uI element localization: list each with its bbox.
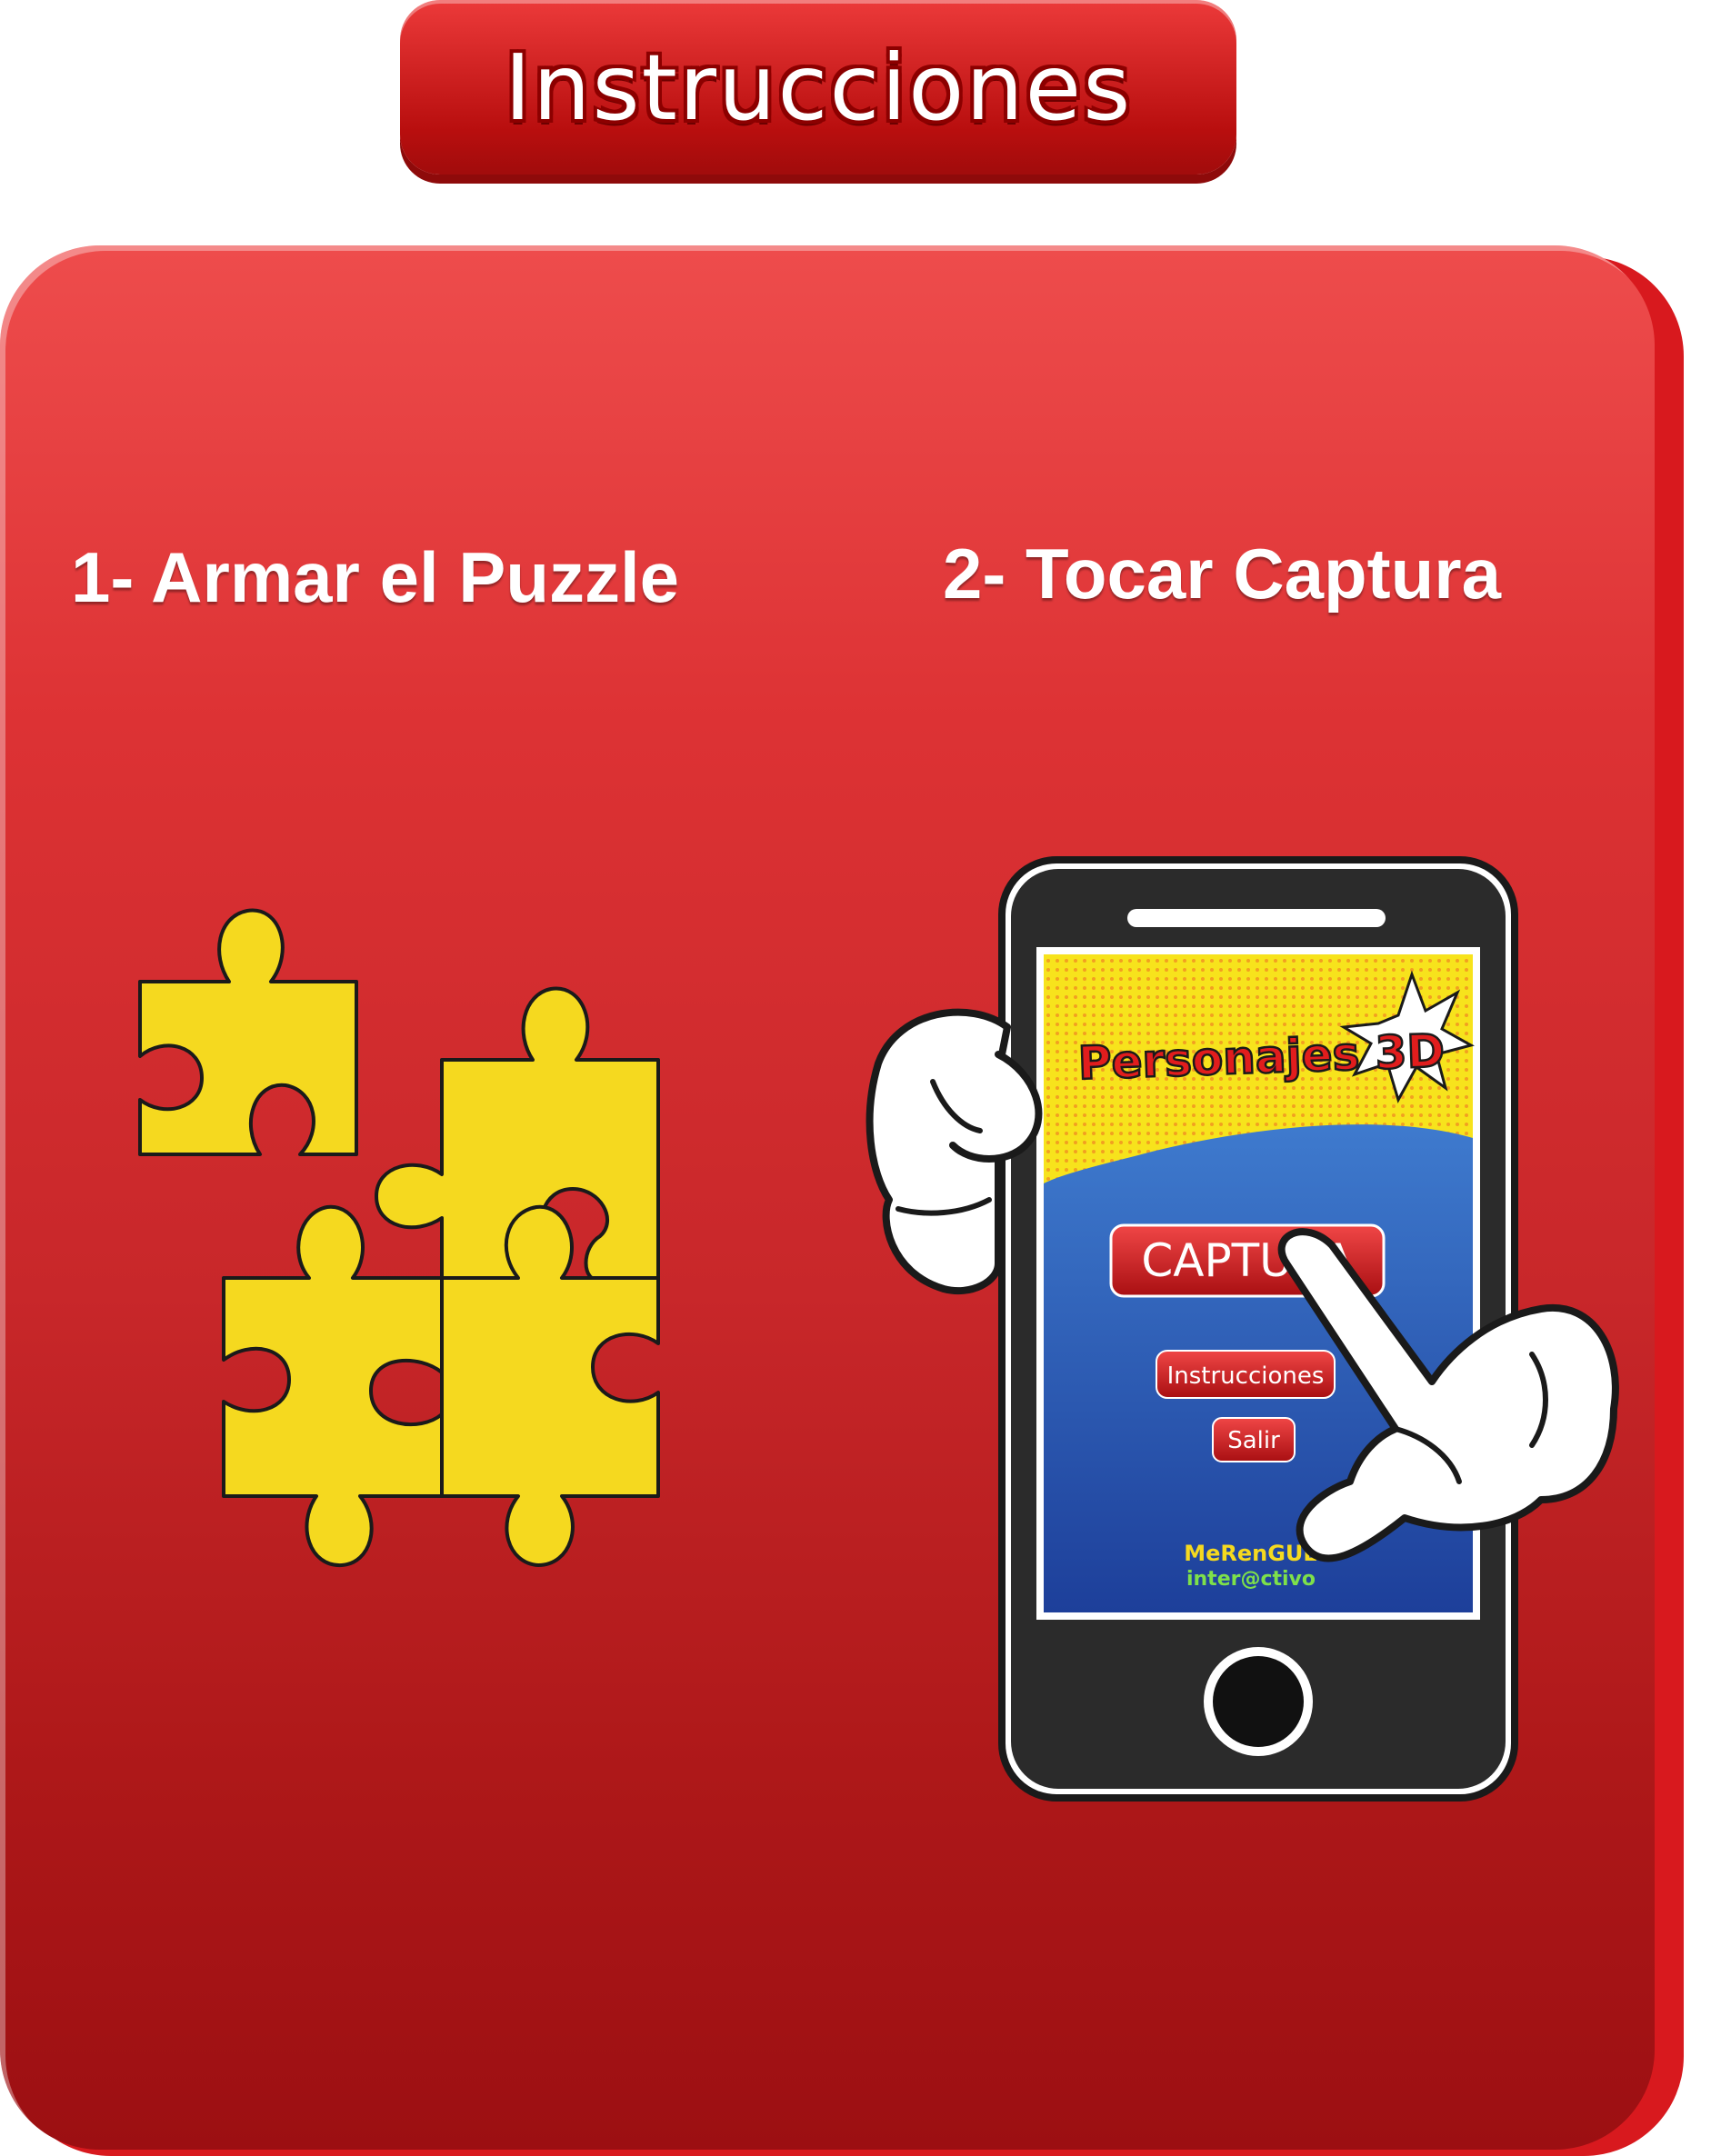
- hand-holding-icon: [866, 1008, 1043, 1295]
- puzzle-piece-bottom-left: [222, 1204, 444, 1568]
- pointing-hand-icon: [1277, 1228, 1619, 1562]
- instructions-title-banner: Instrucciones: [400, 0, 1236, 175]
- puzzle-pieces-illustration: [138, 908, 660, 1568]
- step-1-label: 1- Armar el Puzzle: [71, 537, 680, 617]
- puzzle-piece-top-left: [138, 908, 358, 1156]
- page-title: Instrucciones: [504, 34, 1133, 141]
- phone-speaker: [1127, 909, 1386, 927]
- step-2-label: 2- Tocar Captura: [943, 534, 1502, 614]
